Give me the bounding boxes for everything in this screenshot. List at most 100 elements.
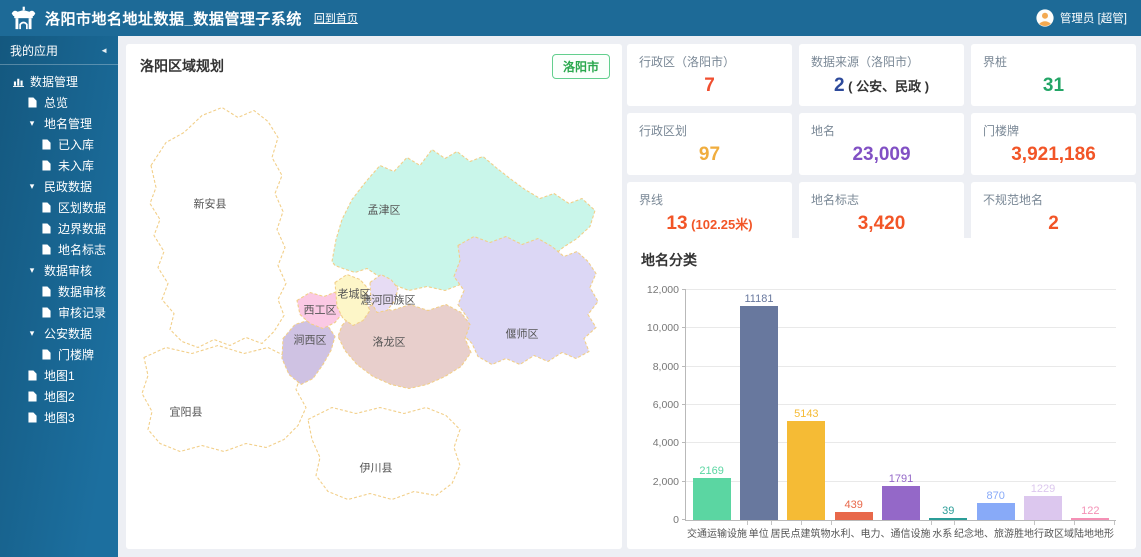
app-header: 洛阳市地名地址数据_数据管理子系统 回到首页 管理员 [超管]	[0, 0, 1141, 36]
stat-card-label: 界线	[639, 191, 780, 208]
stat-card-label: 门楼牌	[983, 122, 1124, 139]
file-icon	[40, 244, 52, 255]
bar-series: 21691118151434391791398701229122	[686, 290, 1116, 520]
stat-card-label: 界桩	[983, 53, 1124, 70]
sidebar-item-label: 审核记录	[58, 304, 106, 321]
map-panel: 洛阳区域规划 洛阳市 新安县孟津区西工区老城区瀍河回族区涧西区洛龙区偃师区宜阳县…	[126, 44, 622, 549]
stat-card-value: 2 ( 公安、民政 )	[811, 75, 952, 97]
bar[interactable]	[835, 512, 873, 520]
stat-card: 界桩31	[971, 44, 1136, 106]
file-icon	[40, 160, 52, 171]
file-icon	[40, 286, 52, 297]
sidebar-item[interactable]: 已入库	[0, 134, 118, 155]
y-axis-tick-label: 12,000	[647, 284, 679, 296]
district-shape[interactable]	[308, 408, 460, 500]
user-avatar-icon[interactable]	[1036, 9, 1054, 27]
bar-chart-x-axis: 交通运输设施单位居民点建筑物水利、电力、通信设施水系纪念地、旅游胜地行政区域陆地…	[685, 521, 1116, 539]
sidebar-item[interactable]: ▾ 民政数据	[0, 176, 118, 197]
sidebar-item[interactable]: 门楼牌	[0, 344, 118, 365]
sidebar-item[interactable]: ▾地名管理	[0, 113, 118, 134]
stat-card-value: 13 (102.25米)	[639, 213, 780, 235]
bar[interactable]	[977, 503, 1015, 520]
bar-value-label: 1229	[1031, 483, 1055, 495]
district-label: 伊川县	[360, 462, 393, 475]
stat-card-value: 7	[639, 75, 780, 97]
x-axis-category-label: 纪念地、旅游胜地	[954, 521, 1034, 539]
stat-card: 行政区（洛阳市） 7	[627, 44, 792, 106]
sidebar-header[interactable]: 我的应用 ◄	[0, 36, 118, 65]
right-column: 行政区（洛阳市）7数据来源（洛阳市）2 ( 公安、民政 )界桩31行政区划97地…	[627, 44, 1136, 549]
district-label: 孟津区	[368, 204, 401, 217]
stat-card-label: 行政区（洛阳市）	[639, 53, 780, 70]
y-axis-tick-label: 0	[673, 514, 679, 526]
stat-card: 地名23,009	[799, 113, 964, 175]
home-link[interactable]: 回到首页	[314, 10, 358, 26]
main-content: 洛阳区域规划 洛阳市 新安县孟津区西工区老城区瀍河回族区涧西区洛龙区偃师区宜阳县…	[118, 36, 1141, 557]
district-shape[interactable]	[142, 346, 306, 452]
file-icon	[40, 307, 52, 318]
sidebar-item[interactable]: 审核记录	[0, 302, 118, 323]
bar[interactable]	[693, 478, 731, 520]
sidebar-item-label: 地名管理	[44, 115, 92, 132]
stat-card: 不规范地名2	[971, 182, 1136, 244]
bar-value-label: 439	[844, 499, 862, 511]
district-shape[interactable]	[454, 237, 598, 365]
district-label: 涧西区	[294, 334, 327, 347]
district-label: 洛龙区	[373, 335, 406, 349]
stat-card-value: 3,921,186	[983, 144, 1124, 166]
bar[interactable]	[1024, 496, 1062, 520]
sidebar-item[interactable]: 边界数据	[0, 218, 118, 239]
bar[interactable]	[787, 421, 825, 520]
y-axis-tick-label: 2,000	[653, 476, 679, 488]
sidebar-item[interactable]: 地图3	[0, 407, 118, 428]
stat-cards-grid: 行政区（洛阳市）7数据来源（洛阳市）2 ( 公安、民政 )界桩31行政区划97地…	[627, 44, 1136, 230]
bar[interactable]	[740, 306, 778, 520]
stat-card-value: 97	[639, 144, 780, 166]
x-axis-category-label: 单位	[747, 521, 771, 539]
map-panel-title: 洛阳区域规划	[140, 56, 224, 76]
caret-down-icon: ▾	[26, 265, 38, 276]
sidebar-item-label: 地图2	[44, 388, 75, 405]
district-label: 瀍河回族区	[361, 293, 416, 307]
sidebar-item-label: 区划数据	[58, 199, 106, 216]
district-label: 新安县	[194, 197, 227, 211]
sidebar-item-label: 地图1	[44, 367, 75, 384]
caret-down-icon: ▾	[26, 328, 38, 339]
file-icon	[26, 412, 38, 423]
sidebar: 我的应用 ◄ 数据管理总览▾地名管理已入库未入库▾民政数据区划数据边界数据地名标…	[0, 36, 118, 557]
city-filter-button[interactable]: 洛阳市	[552, 54, 610, 79]
x-axis-category-label: 水利、电力、通信设施	[831, 521, 931, 539]
sidebar-item[interactable]: 区划数据	[0, 197, 118, 218]
sidebar-item[interactable]: 总览	[0, 92, 118, 113]
bar-column: 870	[972, 290, 1019, 520]
sidebar-item[interactable]: ▾公安数据	[0, 323, 118, 344]
caret-down-icon: ▾	[26, 181, 38, 192]
sidebar-item-label: 未入库	[58, 157, 94, 174]
file-icon	[40, 223, 52, 234]
bar[interactable]	[1071, 518, 1109, 520]
x-axis-category-label: 居民点	[771, 521, 801, 539]
y-axis-tick-label: 8,000	[653, 361, 679, 373]
sidebar-item[interactable]: 地图2	[0, 386, 118, 407]
collapse-left-icon[interactable]: ◄	[100, 46, 108, 55]
district-shape[interactable]	[150, 108, 286, 348]
stat-card-value: 2	[983, 213, 1124, 235]
chart-icon	[12, 76, 24, 87]
bar[interactable]	[929, 518, 967, 520]
bar-value-label: 870	[986, 490, 1004, 502]
sidebar-item[interactable]: ▾数据审核	[0, 260, 118, 281]
district-shape[interactable]	[282, 320, 335, 385]
stat-card: 行政区划97	[627, 113, 792, 175]
sidebar-item[interactable]: 地图1	[0, 365, 118, 386]
stat-card: 地名标志3,420	[799, 182, 964, 244]
sidebar-item-label: 总览	[44, 94, 68, 111]
bar[interactable]	[882, 486, 920, 520]
sidebar-item-label: 民政数据	[44, 178, 92, 195]
stat-card: 门楼牌 3,921,186	[971, 113, 1136, 175]
sidebar-item[interactable]: 地名标志	[0, 239, 118, 260]
sidebar-item[interactable]: 数据管理	[0, 71, 118, 92]
sidebar-item[interactable]: 未入库	[0, 155, 118, 176]
sidebar-item-label: 边界数据	[58, 220, 106, 237]
x-axis-category-label: 水系	[931, 521, 955, 539]
sidebar-item[interactable]: 数据审核	[0, 281, 118, 302]
